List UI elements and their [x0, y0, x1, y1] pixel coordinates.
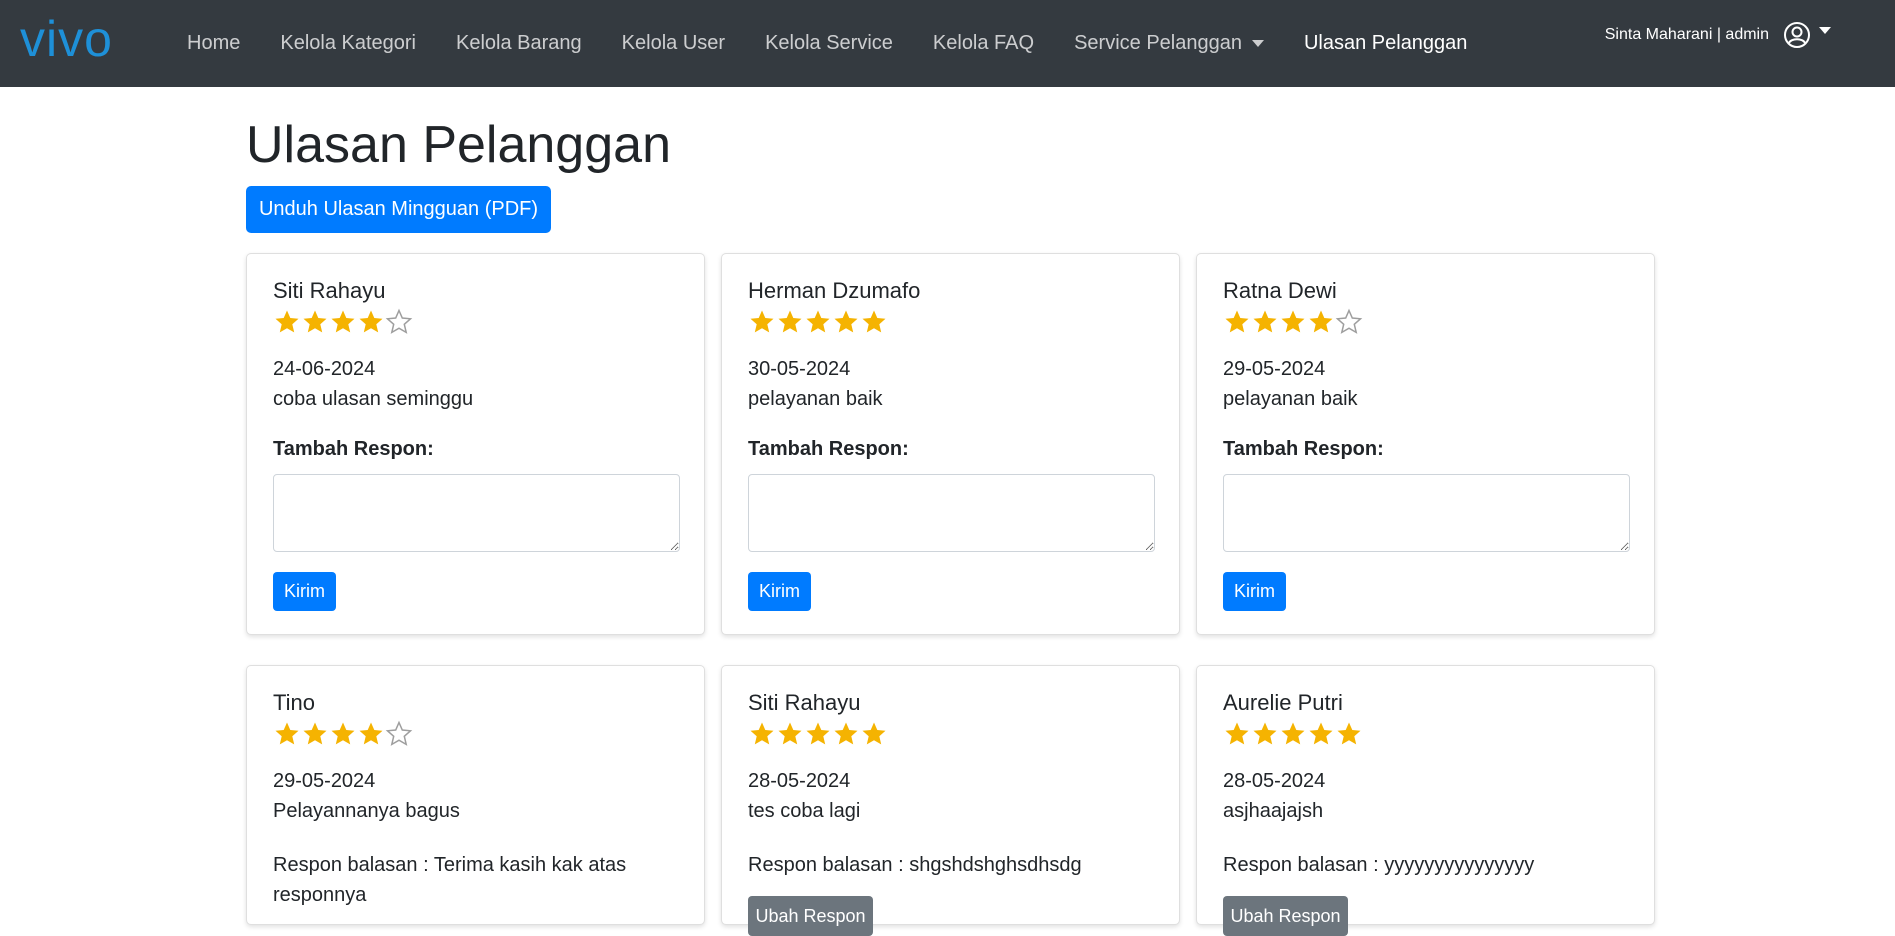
review-card: Siti Rahayu 24-06-2024 coba ulasan semin… [246, 253, 705, 635]
send-button[interactable]: Kirim [273, 572, 336, 611]
star-filled-icon [359, 310, 383, 333]
send-button[interactable]: Kirim [748, 572, 811, 611]
star-filled-icon [303, 310, 327, 333]
response-label: Tambah Respon: [273, 438, 434, 460]
vivo-logo[interactable]: vivo [20, 18, 154, 62]
star-filled-icon [275, 722, 299, 745]
star-filled-icon [1253, 722, 1277, 745]
review-text: tes coba lagi [748, 800, 861, 822]
review-text: pelayanan baik [748, 388, 883, 410]
reviewer-name: Siti Rahayu [273, 278, 386, 303]
review-date: 28-05-2024 [1223, 770, 1326, 792]
review-card: Ratna Dewi 29-05-2024 pelayanan baik Tam… [1196, 253, 1655, 635]
review-date: 29-05-2024 [1223, 358, 1326, 380]
star-filled-icon [1309, 310, 1333, 333]
nav-service-pelanggan-label: Service Pelanggan [1074, 32, 1242, 54]
reviewer-name: Siti Rahayu [748, 690, 861, 715]
star-filled-icon [834, 310, 858, 333]
nav-links: Home Kelola Kategori Kelola Barang Kelol… [167, 0, 1487, 87]
response-input[interactable] [1223, 474, 1630, 552]
user-name: Sinta Maharani | admin [1604, 26, 1769, 43]
nav-ulasan-pelanggan[interactable]: Ulasan Pelanggan [1284, 32, 1487, 55]
star-rating [273, 720, 413, 748]
chevron-down-icon [1251, 40, 1264, 47]
star-filled-icon [1225, 310, 1249, 333]
response-reply-text: Respon balasan : yyyyyyyyyyyyyyy [1223, 854, 1535, 876]
star-filled-icon [275, 310, 299, 333]
review-text: coba ulasan seminggu [273, 388, 474, 410]
star-filled-icon [750, 310, 774, 333]
star-filled-icon [1225, 722, 1249, 745]
user-circle-icon [1784, 22, 1810, 48]
review-card: Aurelie Putri 28-05-2024 asjhaajajsh Res… [1196, 665, 1655, 936]
page-title: Ulasan Pelanggan [246, 116, 671, 174]
nav-home[interactable]: Home [167, 32, 260, 55]
chevron-down-icon [1819, 26, 1831, 34]
edit-response-button[interactable]: Ubah Respon [748, 896, 873, 936]
reviewer-name: Tino [273, 690, 315, 715]
star-rating [748, 720, 888, 748]
star-filled-icon [359, 722, 383, 745]
response-reply-text: Respon balasan : shgshdshghsdhsdg [748, 854, 1082, 876]
star-rating [748, 308, 888, 336]
nav-kelola-service[interactable]: Kelola Service [745, 32, 913, 55]
review-date: 24-06-2024 [273, 358, 376, 380]
nav-kelola-faq[interactable]: Kelola FAQ [913, 32, 1054, 55]
star-empty-icon [385, 308, 413, 334]
top-navbar: vivo Home Kelola Kategori Kelola Barang … [0, 0, 1895, 87]
reviewer-name: Aurelie Putri [1223, 690, 1343, 715]
send-button[interactable]: Kirim [1223, 572, 1286, 611]
nav-kelola-user[interactable]: Kelola User [602, 32, 745, 55]
star-filled-icon [862, 722, 886, 745]
edit-response-button[interactable]: Ubah Respon [1223, 896, 1348, 936]
reviewer-name: Herman Dzumafo [748, 278, 921, 303]
review-card: Tino 29-05-2024 Pelayannanya bagus Respo… [246, 665, 705, 925]
svg-text:vivo: vivo [20, 18, 113, 62]
star-filled-icon [1337, 722, 1361, 745]
star-empty-icon [385, 720, 413, 746]
response-label: Tambah Respon: [1223, 438, 1384, 460]
star-filled-icon [778, 722, 802, 745]
user-menu[interactable]: Sinta Maharani | admin [1605, 20, 1831, 50]
star-filled-icon [750, 722, 774, 745]
response-input[interactable] [273, 474, 680, 552]
star-filled-icon [303, 722, 327, 745]
review-card: Herman Dzumafo 30-05-2024 pelayanan baik… [721, 253, 1180, 635]
star-filled-icon [1281, 722, 1305, 745]
review-text: asjhaajajsh [1223, 800, 1324, 822]
star-filled-icon [834, 722, 858, 745]
star-rating [1223, 308, 1363, 336]
review-date: 30-05-2024 [748, 358, 851, 380]
nav-kelola-barang[interactable]: Kelola Barang [436, 32, 602, 55]
star-filled-icon [1281, 310, 1305, 333]
star-empty-icon [1335, 308, 1363, 334]
response-input[interactable] [748, 474, 1155, 552]
review-text: pelayanan baik [1223, 388, 1358, 410]
review-card: Siti Rahayu 28-05-2024 tes coba lagi Res… [721, 665, 1180, 936]
response-reply-text: Respon balasan : Terima kasih kak atas r… [273, 854, 627, 906]
review-text: Pelayannanya bagus [273, 800, 460, 822]
star-filled-icon [862, 310, 886, 333]
star-filled-icon [1253, 310, 1277, 333]
review-date: 28-05-2024 [748, 770, 851, 792]
response-label: Tambah Respon: [748, 438, 909, 460]
review-date: 29-05-2024 [273, 770, 376, 792]
star-rating [273, 308, 413, 336]
star-filled-icon [331, 722, 355, 745]
star-filled-icon [331, 310, 355, 333]
star-filled-icon [806, 722, 830, 745]
nav-kelola-kategori[interactable]: Kelola Kategori [260, 32, 436, 55]
star-filled-icon [778, 310, 802, 333]
download-weekly-pdf-button[interactable]: Unduh Ulasan Mingguan (PDF) [246, 186, 551, 233]
reviewer-name: Ratna Dewi [1223, 278, 1337, 303]
nav-service-pelanggan-dropdown[interactable]: Service Pelanggan [1054, 32, 1284, 55]
star-rating [1223, 720, 1363, 748]
star-filled-icon [1309, 722, 1333, 745]
star-filled-icon [806, 310, 830, 333]
